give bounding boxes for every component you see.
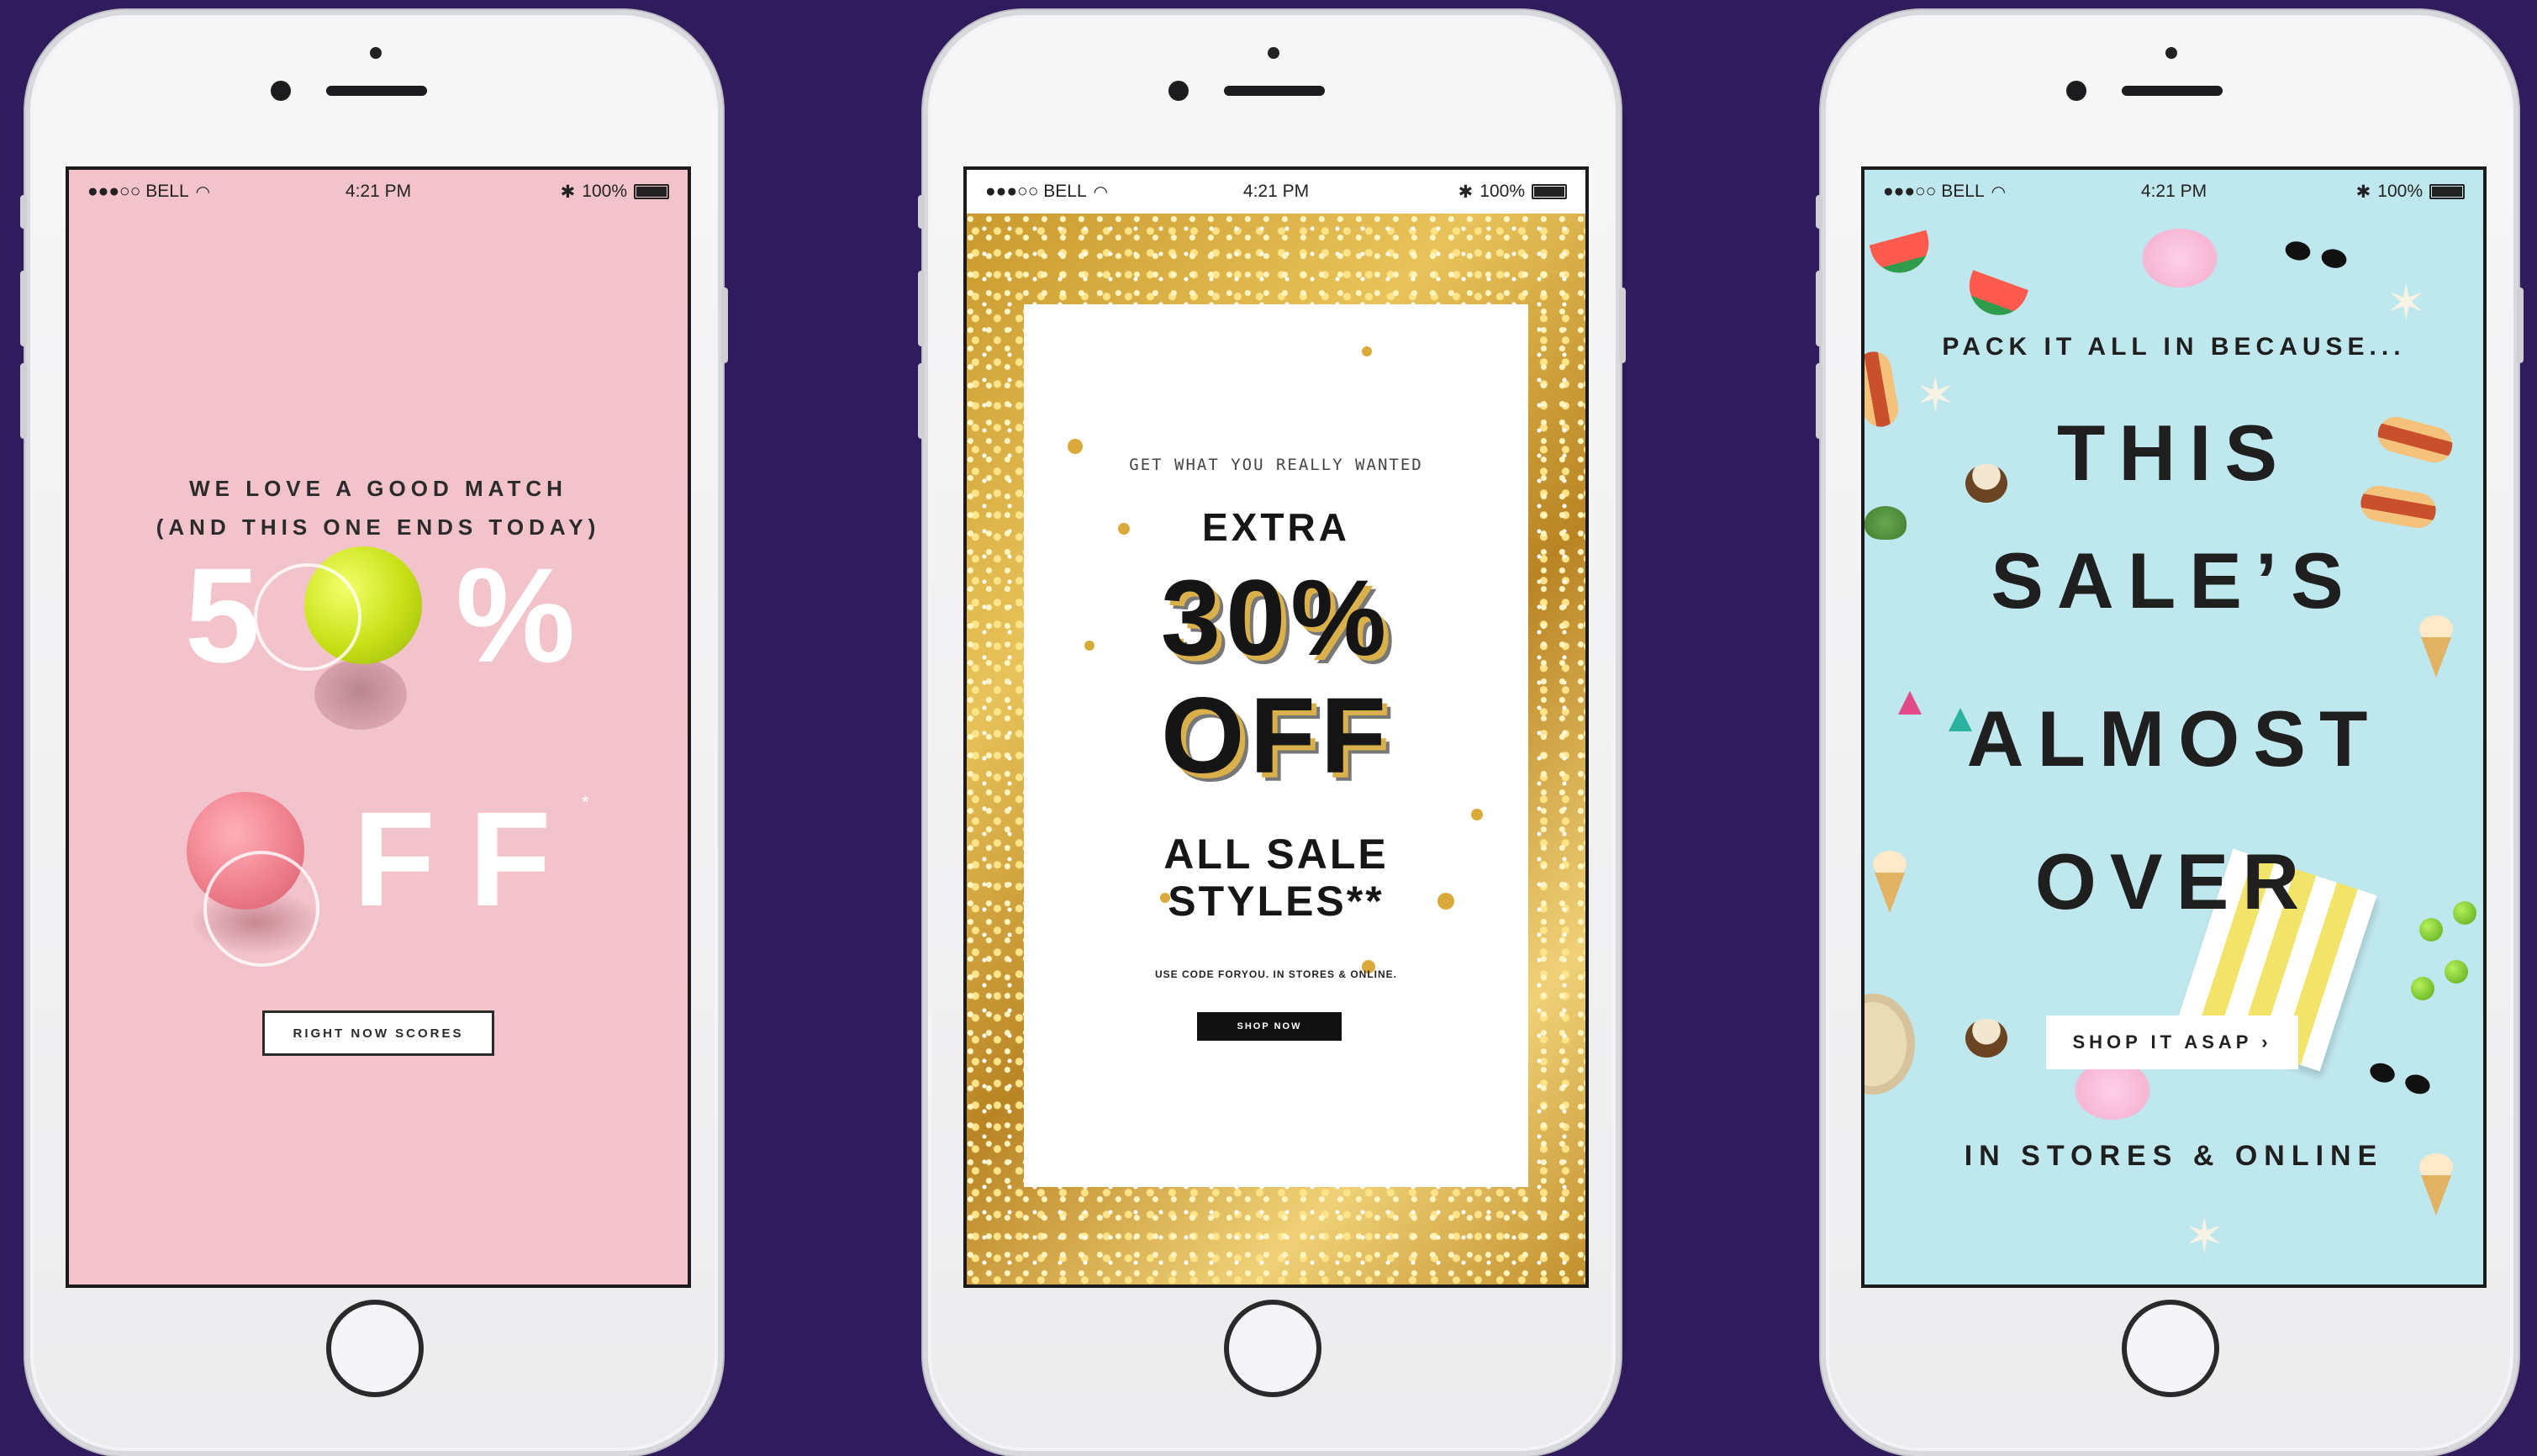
green-grape-decoration <box>2419 918 2443 942</box>
phone-screen-2: ●●●○○ BELL ◠ 4:21 PM ✱ 100% GET WHAT YOU… <box>963 166 1589 1288</box>
earpiece-speaker <box>326 86 427 96</box>
battery-icon <box>2429 184 2465 199</box>
yellow-tennis-ball-image <box>254 546 422 671</box>
shop-it-asap-button[interactable]: SHOP IT ASAP › <box>2046 1016 2298 1069</box>
promo-kicker: GET WHAT YOU REALLY WANTED <box>1129 456 1423 474</box>
earpiece-speaker <box>2122 86 2223 96</box>
promo-headline-line2: (AND THIS ONE ENDS TODAY) <box>156 514 601 540</box>
discount-digit-five: 5 <box>185 540 260 690</box>
front-camera <box>1168 81 1189 101</box>
discount-off-letters: FF <box>353 783 585 934</box>
disclaimer-asterisk: * <box>582 792 589 813</box>
promo-styles: STYLES** <box>1168 878 1385 925</box>
wifi-icon: ◠ <box>1991 182 2007 202</box>
battery-percent: 100% <box>582 182 627 201</box>
status-bar: ●●●○○ BELL ◠ 4:21 PM ✱ 100% <box>967 170 1585 214</box>
ice-cream-cone-decoration <box>2421 637 2451 678</box>
phone-mockup-2: ●●●○○ BELL ◠ 4:21 PM ✱ 100% GET WHAT YOU… <box>918 10 1626 1456</box>
tennis-ball-shadow <box>314 659 407 730</box>
cotton-candy-decoration <box>2142 229 2218 288</box>
earpiece-speaker <box>1224 86 1325 96</box>
volume-up-button <box>1816 271 1822 346</box>
bluetooth-icon: ✱ <box>1458 182 1474 202</box>
sunglasses-decoration <box>2284 240 2349 271</box>
mute-switch <box>20 195 27 229</box>
volume-down-button <box>918 363 925 439</box>
green-grape-decoration <box>2411 977 2434 1000</box>
proximity-sensor <box>1268 47 1279 59</box>
volume-up-button <box>20 271 27 346</box>
home-button[interactable] <box>1224 1300 1321 1397</box>
carrier-label: ●●●○○ BELL <box>985 182 1087 201</box>
coconut-drink-decoration <box>1965 1019 2007 1058</box>
front-camera <box>271 81 291 101</box>
cotton-candy-decoration <box>2075 1061 2150 1120</box>
right-now-scores-button[interactable]: RIGHT NOW SCORES <box>262 1010 494 1056</box>
headline-sales: SALE’S <box>1991 536 2357 625</box>
phone-screen-3: ●●●○○ BELL ◠ 4:21 PM ✱ 100% ✶ ✶ ✶ PACK I… <box>1861 166 2487 1288</box>
pink-tennis-ball-image <box>187 792 319 967</box>
phone-screen-1: ●●●○○ BELL ◠ 4:21 PM ✱ 100% WE LOVE A GO… <box>66 166 691 1288</box>
promo-percent: 30% <box>1160 558 1392 678</box>
mute-switch <box>1816 195 1822 229</box>
phone-mockup-1: ●●●○○ BELL ◠ 4:21 PM ✱ 100% WE LOVE A GO… <box>20 10 728 1456</box>
starfish-decoration: ✶ <box>2184 1209 2225 1263</box>
proximity-sensor <box>370 47 382 59</box>
bluetooth-icon: ✱ <box>560 182 576 202</box>
sunglasses-decoration <box>2367 1060 2432 1097</box>
phone-mockup-3: ●●●○○ BELL ◠ 4:21 PM ✱ 100% ✶ ✶ ✶ PACK I… <box>1816 10 2524 1456</box>
power-button <box>2517 288 2524 363</box>
headline-this: THIS <box>2056 409 2292 497</box>
ice-cream-cone-decoration <box>2421 1175 2451 1216</box>
sun-hat-decoration <box>1865 994 1915 1095</box>
status-bar: ●●●○○ BELL ◠ 4:21 PM ✱ 100% <box>1865 170 2483 214</box>
front-camera <box>2066 81 2086 101</box>
headline-almost: ALMOST <box>1966 694 2381 783</box>
proximity-sensor <box>2165 47 2177 59</box>
pineapple-decoration <box>1865 506 1907 540</box>
bluetooth-icon: ✱ <box>2355 182 2371 202</box>
in-stores-and-online-footer: IN STORES & ONLINE <box>1964 1140 2384 1172</box>
power-button <box>1619 288 1626 363</box>
green-grape-decoration <box>2445 960 2468 984</box>
headline-over: OVER <box>2034 837 2313 926</box>
glitter-confetti <box>1068 439 1083 454</box>
wifi-icon: ◠ <box>1093 182 1109 202</box>
glitter-confetti <box>1362 346 1372 356</box>
status-bar: ●●●○○ BELL ◠ 4:21 PM ✱ 100% <box>69 170 688 214</box>
battery-percent: 100% <box>2377 182 2423 201</box>
watermelon-slice-decoration <box>1869 229 1936 280</box>
watermelon-slice-decoration <box>1960 270 2029 324</box>
carrier-label: ●●●○○ BELL <box>87 182 189 201</box>
mute-switch <box>918 195 925 229</box>
home-button[interactable] <box>326 1300 424 1397</box>
battery-icon <box>1532 184 1567 199</box>
promo-kicker: PACK IT ALL IN BECAUSE... <box>1942 333 2406 361</box>
discount-percent-sign: % <box>456 540 576 690</box>
volume-down-button <box>1816 363 1822 439</box>
shop-now-button[interactable]: SHOP NOW <box>1197 1012 1342 1041</box>
power-button <box>721 288 728 363</box>
volume-up-button <box>918 271 925 346</box>
promo-off: OFF <box>1161 676 1391 796</box>
starfish-decoration: ✶ <box>2386 276 2427 330</box>
volume-down-button <box>20 363 27 439</box>
promo-extra-label: EXTRA <box>1202 505 1350 549</box>
carrier-label: ●●●○○ BELL <box>1883 182 1985 201</box>
promo-all-sale: ALL SALE <box>1163 831 1389 878</box>
promo-code-line: USE CODE FORYOU. IN STORES & ONLINE. <box>1154 968 1398 980</box>
wifi-icon: ◠ <box>195 182 211 202</box>
promo-headline-line1: WE LOVE A GOOD MATCH <box>189 476 567 501</box>
battery-percent: 100% <box>1479 182 1525 201</box>
battery-icon <box>634 184 669 199</box>
home-button[interactable] <box>2122 1300 2219 1397</box>
glitter-confetti <box>1471 809 1483 820</box>
